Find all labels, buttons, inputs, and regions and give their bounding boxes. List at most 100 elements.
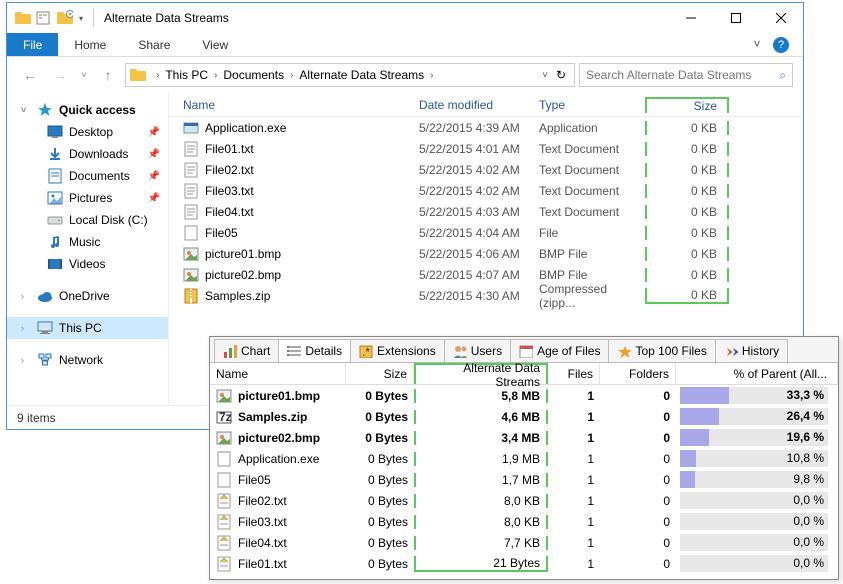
nav-local-disk-c[interactable]: Local Disk (C:) <box>7 209 168 231</box>
column-date[interactable]: Date modified <box>419 98 539 112</box>
calendar-icon <box>519 344 533 358</box>
file-row[interactable]: File01.txt 5/22/2015 4:01 AM Text Docume… <box>169 138 803 159</box>
details-row[interactable]: picture01.bmp 0 Bytes 5,8 MB 1 0 33,3 % <box>210 385 838 406</box>
address-history-dropdown[interactable]: ˅ <box>542 70 548 81</box>
file-type: Text Document <box>539 184 645 198</box>
details-folders: 0 <box>600 557 676 571</box>
tab-top-100[interactable]: Top 100 Files <box>608 339 715 362</box>
chevron-right-icon[interactable]: › <box>154 70 161 81</box>
nav-desktop[interactable]: Desktop📌 <box>7 121 168 143</box>
nav-this-pc[interactable]: ›This PC <box>7 317 168 339</box>
nav-videos[interactable]: Videos <box>7 253 168 275</box>
file-row[interactable]: File03.txt 5/22/2015 4:02 AM Text Docume… <box>169 180 803 201</box>
file-date: 5/22/2015 4:02 AM <box>419 163 539 177</box>
dp-column-size[interactable]: Size <box>346 363 414 384</box>
details-name: File03.txt <box>238 515 287 529</box>
navigation-pane[interactable]: ˅ Quick access Desktop📌 Downloads📌 Docum… <box>7 93 169 405</box>
help-icon[interactable]: ? <box>773 37 789 53</box>
tab-extensions[interactable]: Extensions <box>350 339 445 362</box>
nav-downloads[interactable]: Downloads📌 <box>7 143 168 165</box>
breadcrumb-item[interactable]: Alternate Data Streams <box>295 68 428 82</box>
nav-music[interactable]: Music <box>7 231 168 253</box>
breadcrumb[interactable]: › This PC › Documents › Alternate Data S… <box>125 63 575 87</box>
details-ads: 7,7 KB <box>414 536 548 550</box>
details-row[interactable]: picture02.bmp 0 Bytes 3,4 MB 1 0 19,6 % <box>210 427 838 448</box>
breadcrumb-item[interactable]: This PC <box>161 68 212 82</box>
chevron-down-icon[interactable]: ˅ <box>21 105 26 115</box>
dp-column-ads[interactable]: Alternate Data Streams <box>414 363 548 384</box>
details-row[interactable]: File03.txt 0 Bytes 8,0 KB 1 0 0,0 % <box>210 511 838 532</box>
nav-documents[interactable]: Documents📌 <box>7 165 168 187</box>
nav-forward-button[interactable]: → <box>47 62 73 88</box>
file-row[interactable]: File02.txt 5/22/2015 4:02 AM Text Docume… <box>169 159 803 180</box>
nav-onedrive[interactable]: ›OneDrive <box>7 285 168 307</box>
file-row[interactable]: File05 5/22/2015 4:04 AM File 0 KB <box>169 222 803 243</box>
nav-recent-dropdown[interactable]: ˅ <box>77 62 91 88</box>
tab-users[interactable]: Users <box>444 339 511 362</box>
tab-view[interactable]: View <box>186 33 244 56</box>
tab-chart[interactable]: Chart <box>214 339 279 362</box>
chevron-right-icon[interactable]: › <box>428 70 435 81</box>
file-icon <box>216 472 232 488</box>
details-row[interactable]: File02.txt 0 Bytes 8,0 KB 1 0 0,0 % <box>210 490 838 511</box>
file-icon <box>183 162 199 178</box>
chevron-right-icon[interactable]: › <box>21 355 24 365</box>
videos-icon <box>47 256 63 272</box>
pin-icon: 📌 <box>148 127 160 138</box>
tab-age-of-files[interactable]: Age of Files <box>510 339 609 362</box>
details-files: 1 <box>548 557 600 571</box>
titlebar[interactable]: ▾ Alternate Data Streams <box>7 3 803 33</box>
tab-share[interactable]: Share <box>122 33 186 56</box>
details-row[interactable]: File05 0 Bytes 1,7 MB 1 0 9,8 % <box>210 469 838 490</box>
chevron-right-icon[interactable]: › <box>21 291 24 301</box>
file-row[interactable]: picture02.bmp 5/22/2015 4:07 AM BMP File… <box>169 264 803 285</box>
nav-up-button[interactable]: ↑ <box>95 62 121 88</box>
details-row[interactable]: Application.exe 0 Bytes 1,9 MB 1 0 10,8 … <box>210 448 838 469</box>
dp-column-percent[interactable]: % of Parent (All... <box>676 363 838 384</box>
chevron-right-icon[interactable]: › <box>212 70 219 81</box>
details-folders: 0 <box>600 452 676 466</box>
ribbon-collapse-icon[interactable]: ˅ <box>749 37 765 53</box>
nav-pictures[interactable]: Pictures📌 <box>7 187 168 209</box>
file-row[interactable]: Application.exe 5/22/2015 4:39 AM Applic… <box>169 117 803 138</box>
close-button[interactable] <box>758 3 803 33</box>
dp-column-name[interactable]: Name <box>210 363 346 384</box>
column-name[interactable]: Name <box>169 98 419 112</box>
file-row[interactable]: Samples.zip 5/22/2015 4:30 AM Compressed… <box>169 285 803 306</box>
file-row[interactable]: picture01.bmp 5/22/2015 4:06 AM BMP File… <box>169 243 803 264</box>
properties-icon[interactable] <box>35 10 51 26</box>
minimize-button[interactable] <box>668 3 713 33</box>
file-row[interactable]: File04.txt 5/22/2015 4:03 AM Text Docume… <box>169 201 803 222</box>
refresh-icon[interactable]: ↻ <box>552 68 570 82</box>
maximize-button[interactable] <box>713 3 758 33</box>
details-percent: 0,0 % <box>676 512 838 531</box>
new-folder-icon[interactable] <box>57 10 73 26</box>
tab-history[interactable]: History <box>715 339 788 362</box>
dp-column-folders[interactable]: Folders <box>600 363 676 384</box>
qat-dropdown-icon[interactable]: ▾ <box>79 14 83 23</box>
search-input[interactable]: Search Alternate Data Streams ⌕ <box>579 63 793 87</box>
file-size: 0 KB <box>645 121 729 135</box>
details-size: 0 Bytes <box>346 557 414 571</box>
details-name: File01.txt <box>238 557 287 571</box>
file-name: picture01.bmp <box>205 247 281 261</box>
column-size[interactable]: Size <box>645 97 729 113</box>
details-folders: 0 <box>600 536 676 550</box>
details-row[interactable]: File01.txt 0 Bytes 21 Bytes 1 0 0,0 % <box>210 553 838 574</box>
tab-details[interactable]: Details <box>278 339 351 362</box>
nav-quick-access[interactable]: ˅ Quick access <box>7 99 168 121</box>
nav-network[interactable]: ›Network <box>7 349 168 371</box>
details-row[interactable]: Samples.zip 0 Bytes 4,6 MB 1 0 26,4 % <box>210 406 838 427</box>
dp-column-files[interactable]: Files <box>548 363 600 384</box>
chevron-right-icon[interactable]: › <box>21 323 24 333</box>
details-ads: 1,7 MB <box>414 473 548 487</box>
tab-home[interactable]: Home <box>58 33 122 56</box>
column-type[interactable]: Type <box>539 98 645 112</box>
breadcrumb-item[interactable]: Documents <box>219 68 288 82</box>
nav-back-button[interactable]: ← <box>17 62 43 88</box>
tab-file[interactable]: File <box>7 33 58 56</box>
details-percent: 26,4 % <box>676 407 838 426</box>
details-name: Samples.zip <box>238 410 307 424</box>
chevron-right-icon[interactable]: › <box>288 70 295 81</box>
details-row[interactable]: File04.txt 0 Bytes 7,7 KB 1 0 0,0 % <box>210 532 838 553</box>
